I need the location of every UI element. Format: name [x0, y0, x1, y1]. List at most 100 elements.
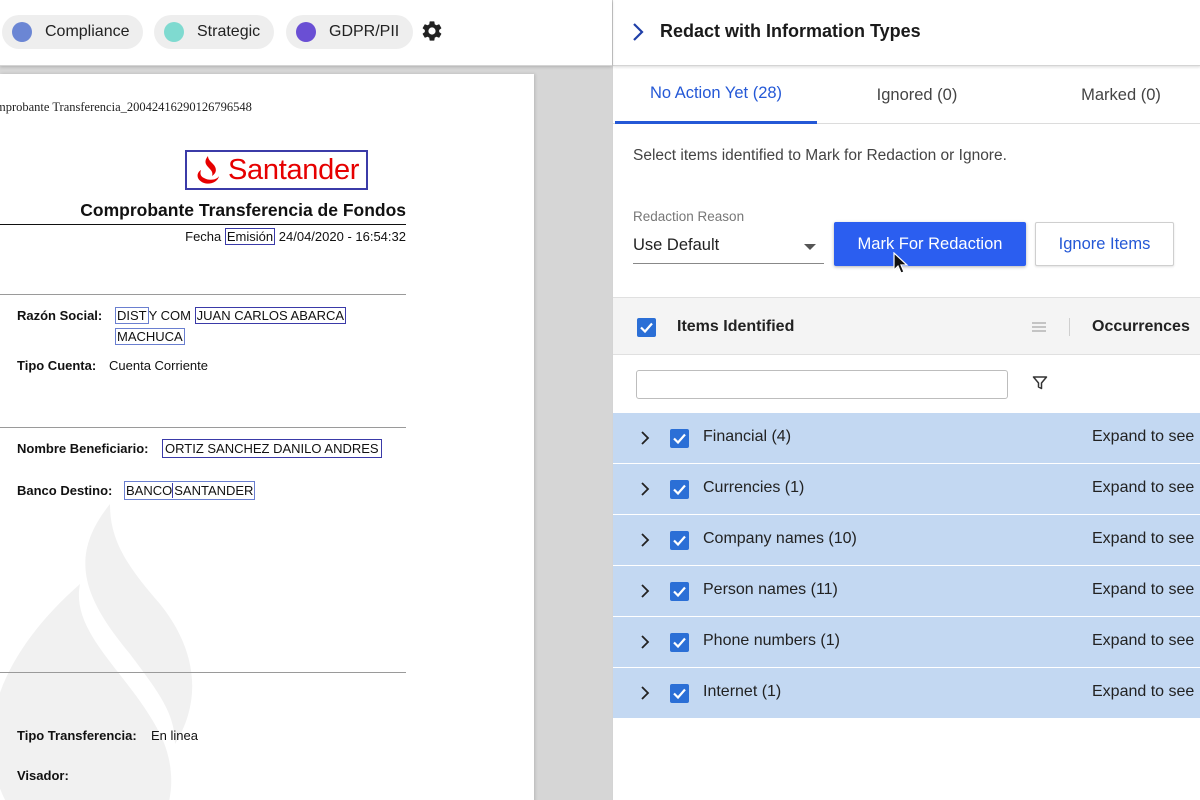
checkbox-checked-icon [640, 322, 653, 334]
banco-word: BANCO [126, 483, 173, 498]
row-occurrences: Expand to see [1092, 581, 1195, 598]
row-checkbox[interactable] [670, 684, 689, 703]
document-title: Comprobante Transferencia de Fondos [80, 200, 406, 220]
tag-color-dot [296, 22, 316, 42]
redaction-reason-value: Use Default [633, 236, 720, 254]
chevron-right-icon[interactable] [640, 584, 650, 598]
razon-text: Y COM [148, 308, 192, 323]
chevron-right-icon[interactable] [640, 533, 650, 547]
tab-no-action-yet[interactable]: No Action Yet (28) [615, 66, 817, 124]
chevron-right-icon[interactable] [640, 635, 650, 649]
redaction-box-dist[interactable]: DIST [115, 307, 149, 324]
tag-gdpr-pii[interactable]: GDPR/PII [286, 15, 414, 49]
table-row[interactable]: Person names (11) Expand to see [613, 566, 1200, 617]
table-row[interactable]: Financial (4) Expand to see [613, 413, 1200, 464]
row-occurrences: Expand to see [1092, 683, 1195, 700]
chevron-right-icon[interactable] [640, 482, 650, 496]
panel-header: Redact with Information Types [613, 0, 1200, 66]
flame-icon [197, 156, 219, 184]
column-menu-icon[interactable] [1032, 322, 1046, 334]
tipo-transferencia-label: Tipo Transferencia: [17, 728, 137, 743]
ignore-items-button[interactable]: Ignore Items [1035, 222, 1174, 266]
section-divider [0, 672, 406, 673]
title-divider [0, 224, 406, 225]
tag-strategic[interactable]: Strategic [154, 15, 275, 49]
date-value: 24/04/2020 - 16:54:32 [278, 229, 406, 244]
chevron-right-icon[interactable] [631, 22, 645, 42]
table-row[interactable]: Currencies (1) Expand to see [613, 464, 1200, 515]
table-body: Financial (4) Expand to see Currencies (… [613, 413, 1200, 719]
document-date: Fecha Emisión 24/04/2020 - 16:54:32 [0, 228, 406, 245]
dropdown-arrow-icon [804, 244, 816, 250]
razon-social-value: DIST Y COM JUAN CARLOS ABARCA [115, 307, 347, 324]
document-viewer[interactable]: mprobante Transferencia_2004241629012679… [0, 66, 612, 800]
section-divider [0, 427, 406, 428]
row-checkbox[interactable] [670, 633, 689, 652]
redaction-reason-select[interactable]: Use Default [633, 230, 824, 264]
panel-title: Redact with Information Types [660, 21, 921, 41]
redaction-box-banco[interactable]: BANCO SANTANDER [124, 481, 256, 500]
row-checkbox[interactable] [670, 480, 689, 499]
checkbox-checked-icon [673, 433, 686, 445]
tag-color-dot [164, 22, 184, 42]
tag-label: GDPR/PII [329, 23, 400, 40]
chevron-right-icon[interactable] [640, 686, 650, 700]
date-prefix: Fecha [185, 229, 222, 244]
logo-text: Santander [228, 153, 360, 186]
select-all-checkbox[interactable] [637, 318, 656, 337]
tag-compliance[interactable]: Compliance [2, 15, 144, 49]
column-divider[interactable] [1069, 318, 1070, 336]
filter-row [613, 355, 1200, 413]
row-checkbox[interactable] [670, 582, 689, 601]
row-occurrences: Expand to see [1092, 428, 1195, 445]
checkbox-checked-icon [673, 535, 686, 547]
row-checkbox[interactable] [670, 531, 689, 550]
visador-label: Visador: [17, 768, 69, 783]
mouse-pointer-icon [893, 252, 909, 274]
redaction-box-machuca[interactable]: MACHUCA [115, 328, 185, 345]
redaction-box-juan-carlos[interactable]: JUAN CARLOS ABARCA [194, 307, 347, 324]
row-occurrences: Expand to see [1092, 530, 1195, 547]
section-divider [0, 294, 406, 295]
mark-for-redaction-button[interactable]: Mark For Redaction [834, 222, 1026, 266]
instructions-text: Select items identified to Mark for Reda… [633, 147, 1007, 164]
table-row[interactable]: Internet (1) Expand to see [613, 668, 1200, 719]
redaction-box-emision[interactable]: Emisión [224, 228, 276, 245]
row-label: Phone numbers (1) [703, 632, 840, 649]
redaction-reason-label: Redaction Reason [633, 209, 745, 224]
column-header-items: Items Identified [677, 318, 795, 335]
document-filename: mprobante Transferencia_2004241629012679… [0, 100, 252, 114]
row-label: Company names (10) [703, 530, 857, 547]
tab-ignored[interactable]: Ignored (0) [817, 66, 1017, 124]
tipo-cuenta-label: Tipo Cuenta: [17, 358, 97, 373]
tag-color-dot [12, 22, 32, 42]
row-label: Internet (1) [703, 683, 782, 700]
chevron-right-icon[interactable] [640, 431, 650, 445]
redaction-box-beneficiario[interactable]: ORTIZ SANCHEZ DANILO ANDRES [162, 439, 382, 458]
banco-destino-label: Banco Destino: [17, 483, 113, 498]
gear-icon[interactable] [420, 19, 444, 43]
table-row[interactable]: Company names (10) Expand to see [613, 515, 1200, 566]
items-table: Items Identified Occurrences Financial (… [613, 297, 1200, 800]
santander-watermark-icon [0, 504, 193, 800]
filter-input[interactable] [636, 370, 1008, 399]
checkbox-checked-icon [673, 484, 686, 496]
redaction-box-santander[interactable]: SANTANDER [172, 483, 254, 498]
filter-icon[interactable] [1032, 375, 1048, 391]
tipo-transferencia-value: En linea [151, 728, 198, 743]
tag-toolbar: Compliance Strategic GDPR/PII [0, 0, 612, 66]
row-checkbox[interactable] [670, 429, 689, 448]
checkbox-checked-icon [673, 637, 686, 649]
tag-label: Compliance [45, 23, 130, 40]
row-occurrences: Expand to see [1092, 632, 1195, 649]
tab-marked[interactable]: Marked (0) [1017, 66, 1200, 124]
checkbox-checked-icon [673, 586, 686, 598]
tag-label: Strategic [197, 23, 261, 40]
razon-social-label: Razón Social: [17, 308, 103, 323]
document-page: mprobante Transferencia_2004241629012679… [0, 74, 534, 800]
table-row[interactable]: Phone numbers (1) Expand to see [613, 617, 1200, 668]
row-label: Financial (4) [703, 428, 792, 445]
tipo-cuenta-value: Cuenta Corriente [109, 358, 208, 373]
row-label: Currencies (1) [703, 479, 805, 496]
santander-logo: Santander [185, 150, 368, 190]
